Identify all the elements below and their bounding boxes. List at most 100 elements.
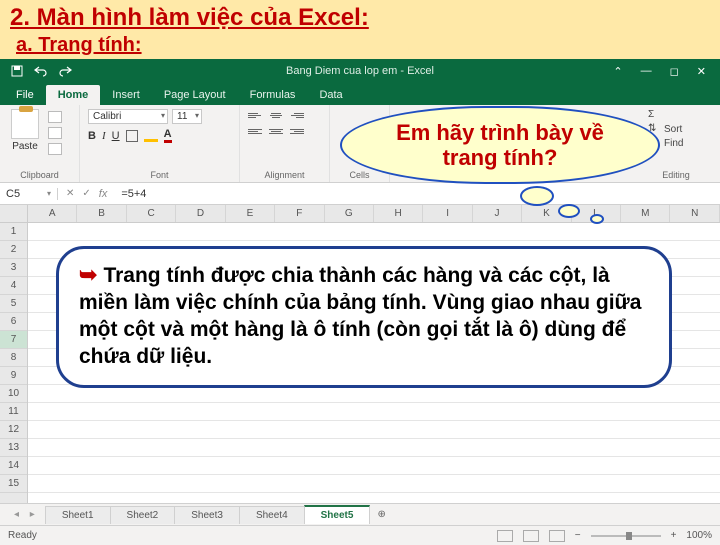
align-center[interactable] [268,125,284,137]
autosum-button[interactable]: Σ [648,109,704,121]
column-headers: A B C D E F G H I J K L M N [0,205,720,223]
paste-icon [11,109,39,139]
thought-tail-1 [520,186,554,206]
ribbon-options-icon[interactable]: ⌃ [613,65,622,78]
name-box[interactable]: C5 [0,188,58,200]
maximize-icon[interactable]: ◻ [670,65,679,78]
slide-subheading: a. Trang tính: [16,34,710,57]
col-header[interactable]: A [28,205,77,222]
row-header[interactable]: 8 [0,349,27,367]
sheet-tab[interactable]: Sheet1 [45,506,111,524]
row-header[interactable]: 11 [0,403,27,421]
question-text: Em hãy trình bày về trang tính? [366,120,634,171]
sheet-tab[interactable]: Sheet3 [174,506,240,524]
window-controls: ⌃ — ◻ ✕ [613,65,720,78]
zoom-slider[interactable] [591,535,661,537]
sheet-nav[interactable]: ◂ ▸ [8,509,45,520]
align-top-left[interactable] [248,109,264,121]
zoom-level[interactable]: 100% [686,530,712,541]
italic-button[interactable]: I [102,130,106,142]
zoom-in-button[interactable]: + [671,530,677,541]
row-header[interactable]: 13 [0,439,27,457]
title-bar: Bang Diem cua lop em - Excel ⌃ — ◻ ✕ [0,59,720,83]
col-header[interactable]: G [325,205,374,222]
col-header[interactable]: B [77,205,126,222]
cancel-formula-icon[interactable]: ✕ [66,188,74,199]
slide-heading-area: 2. Màn hình làm việc của Excel: a. Trang… [0,0,720,59]
border-button[interactable] [126,130,138,142]
tab-page-layout[interactable]: Page Layout [152,85,238,105]
window-title: Bang Diem cua lop em - Excel [286,65,434,77]
redo-icon[interactable] [58,64,72,78]
row-header[interactable]: 4 [0,277,27,295]
enter-formula-icon[interactable]: ✓ [82,188,90,199]
sheet-tab-active[interactable]: Sheet5 [304,505,371,524]
status-bar: Ready − + 100% [0,525,720,545]
paste-label: Paste [12,141,38,152]
row-header[interactable]: 3 [0,259,27,277]
row-header[interactable]: 10 [0,385,27,403]
group-clipboard: Paste Clipboard [0,105,80,182]
paste-button[interactable]: Paste [8,109,42,152]
row-header[interactable]: 1 [0,223,27,241]
align-top-center[interactable] [268,109,284,121]
tab-data[interactable]: Data [307,85,354,105]
close-icon[interactable]: ✕ [697,65,706,78]
sheet-tab[interactable]: Sheet2 [110,506,176,524]
tab-file[interactable]: File [4,85,46,105]
save-icon[interactable] [10,64,24,78]
alignment-group-label: Alignment [248,170,321,180]
answer-body: Trang tính được chia thành các hàng và c… [79,264,641,368]
minimize-icon[interactable]: — [641,65,652,78]
slide-heading: 2. Màn hình làm việc của Excel: [10,4,710,32]
thought-tail-2 [558,204,580,218]
fill-color-button[interactable] [144,130,158,142]
sort-filter-button[interactable]: ⇅Sort [648,123,704,135]
row-header[interactable]: 9 [0,367,27,385]
format-painter-icon[interactable] [48,143,62,155]
sheet-tab[interactable]: Sheet4 [239,506,305,524]
clipboard-group-label: Clipboard [8,170,71,180]
bullet-arrow-icon: ➥ [79,262,97,287]
align-top-right[interactable] [288,109,304,121]
fx-icon[interactable]: fx [99,188,108,200]
row-header[interactable]: 7 [0,331,27,349]
col-header[interactable]: H [374,205,423,222]
row-header[interactable]: 15 [0,475,27,493]
tab-insert[interactable]: Insert [100,85,152,105]
answer-bubble: ➥Trang tính được chia thành các hàng và … [56,246,672,388]
row-header[interactable]: 6 [0,313,27,331]
formula-input[interactable]: =5+4 [115,188,720,200]
zoom-out-button[interactable]: − [575,530,581,541]
font-name-select[interactable]: Calibri [88,109,168,124]
col-header[interactable]: C [127,205,176,222]
col-header[interactable]: D [176,205,225,222]
undo-icon[interactable] [34,64,48,78]
row-header[interactable]: 12 [0,421,27,439]
tab-home[interactable]: Home [46,85,101,105]
row-header[interactable]: 14 [0,457,27,475]
copy-icon[interactable] [48,127,62,139]
add-sheet-button[interactable]: ⊕ [369,506,393,523]
col-header[interactable]: N [670,205,719,222]
col-header[interactable]: J [473,205,522,222]
quick-access-toolbar [0,64,72,78]
select-all-corner[interactable] [0,205,28,222]
bold-button[interactable]: B [88,130,96,142]
row-header[interactable]: 2 [0,241,27,259]
col-header[interactable]: E [226,205,275,222]
underline-button[interactable]: U [112,130,120,142]
font-color-button[interactable]: A [164,128,172,143]
col-header[interactable]: I [423,205,472,222]
col-header[interactable]: F [275,205,324,222]
cut-icon[interactable] [48,111,62,123]
align-right[interactable] [288,125,304,137]
font-size-select[interactable]: 11 [172,109,202,124]
tab-formulas[interactable]: Formulas [238,85,308,105]
status-text: Ready [8,530,37,541]
col-header[interactable]: M [621,205,670,222]
answer-text: ➥Trang tính được chia thành các hàng và … [79,261,649,371]
row-header[interactable]: 5 [0,295,27,313]
font-group-label: Font [88,170,231,180]
align-left[interactable] [248,125,264,137]
